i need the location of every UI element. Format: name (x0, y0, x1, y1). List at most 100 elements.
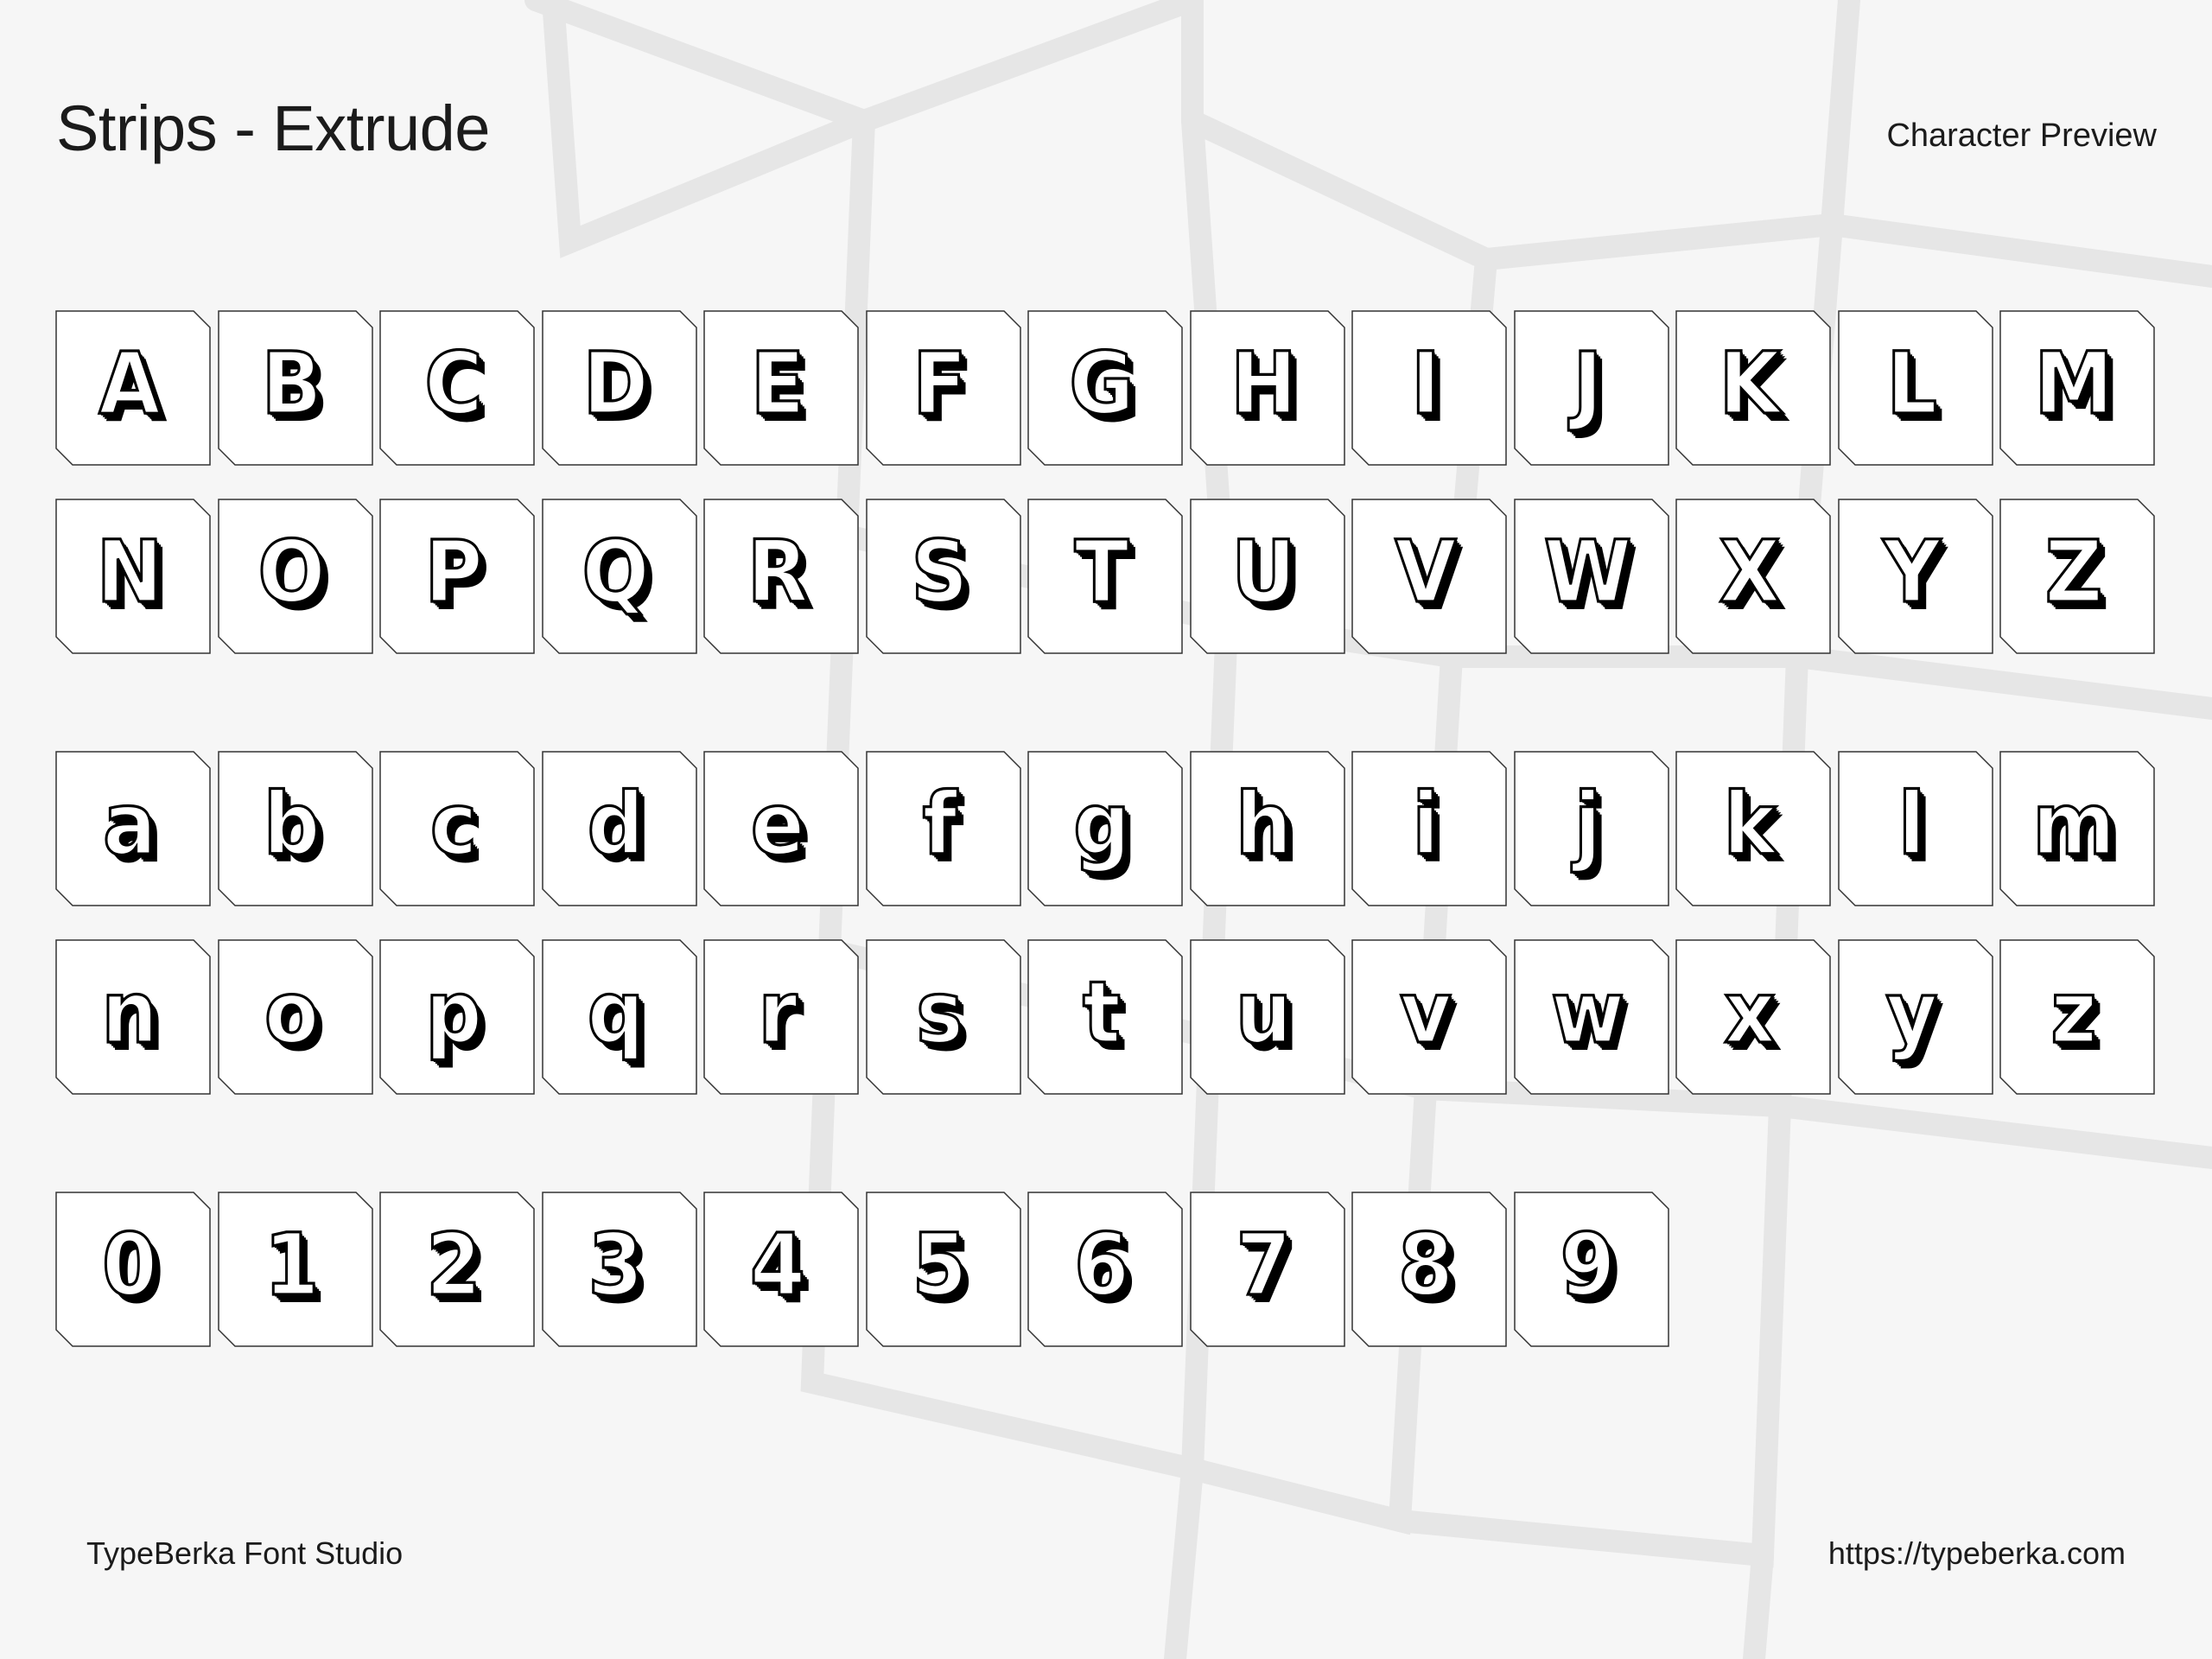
glyph-tile: 7 (1189, 1192, 1345, 1347)
glyph-tile: n (55, 939, 211, 1095)
glyph-tile: y (1837, 939, 1993, 1095)
glyph-tile: C (379, 310, 535, 466)
glyph-character: E (749, 334, 806, 434)
glyph-character: V (1394, 522, 1458, 622)
glyph-character: L (1885, 334, 1939, 434)
glyph-character: c (429, 774, 479, 874)
glyph-character: U (1230, 522, 1298, 622)
glyph-tile: a (55, 751, 211, 906)
glyph-character: r (757, 963, 798, 1063)
glyph-character: p (424, 963, 484, 1063)
glyph-tile: b (217, 751, 373, 906)
glyph-tile: u (1189, 939, 1345, 1095)
glyph-character: S (910, 522, 969, 622)
glyph-character: 0 (100, 1215, 158, 1315)
glyph-character: z (2050, 963, 2099, 1063)
glyph-character: t (1082, 963, 1122, 1063)
glyph-character: q (586, 963, 645, 1063)
page-title: Strips - Extrude (56, 92, 490, 164)
glyph-tile: f (865, 751, 1021, 906)
glyph-tile: 9 (1513, 1192, 1669, 1347)
glyph-character: y (1885, 963, 1939, 1063)
glyph-tile: x (1675, 939, 1831, 1095)
glyph-character: X (1718, 522, 1782, 622)
glyph-tile: W (1513, 499, 1669, 654)
glyph-tile: v (1351, 939, 1507, 1095)
glyph-tile: 2 (379, 1192, 535, 1347)
glyph-tile: N (55, 499, 211, 654)
glyph-character: O (257, 522, 327, 622)
glyph-character: g (1072, 774, 1132, 874)
glyph-tile: l (1837, 751, 1993, 906)
glyph-tile: 6 (1027, 1192, 1183, 1347)
glyph-character: R (746, 522, 810, 622)
glyph-character: w (1550, 963, 1626, 1063)
lowercase-grid: a b c d e f g h i j k l m n o p q r s t u vwx y z (55, 751, 2155, 1095)
glyph-tile: Q (541, 499, 697, 654)
glyph-tile: O (217, 499, 373, 654)
glyph-character: s (915, 963, 965, 1063)
glyph-character: N (95, 522, 164, 622)
glyph-tile: p (379, 939, 535, 1095)
glyph-tile: 0 (55, 1192, 211, 1347)
digits-grid: 0 1 2 3 4 5 6 7 8 9 (55, 1192, 2155, 1347)
glyph-tile: c (379, 751, 535, 906)
glyph-character: n (100, 963, 159, 1063)
glyph-character: 1 (263, 1215, 321, 1315)
uppercase-grid: ABCDE FGH I J K LM NOPQRS TUVWXY Z (55, 310, 2155, 654)
glyph-character: B (260, 334, 323, 434)
glyph-tile: J (1513, 310, 1669, 466)
glyph-tile: i (1351, 751, 1507, 906)
glyph-tile: t (1027, 939, 1183, 1095)
glyph-tile: m (1999, 751, 2155, 906)
footer-studio-name: TypeBerka Font Studio (86, 1535, 404, 1571)
glyph-character: 8 (1396, 1215, 1454, 1315)
glyph-tile: G (1027, 310, 1183, 466)
glyph-tile: B (217, 310, 373, 466)
glyph-character: 9 (1559, 1215, 1617, 1315)
glyph-character: H (1230, 334, 1299, 434)
glyph-tile: K (1675, 310, 1831, 466)
glyph-character: J (1572, 334, 1604, 434)
glyph-tile: 4 (703, 1192, 859, 1347)
glyph-tile: H (1189, 310, 1345, 466)
glyph-tile: 5 (865, 1192, 1021, 1347)
glyph-tile: X (1675, 499, 1831, 654)
glyph-character: A (98, 334, 162, 434)
glyph-tile: r (703, 939, 859, 1095)
glyph-character: a (101, 774, 157, 874)
glyph-tile: e (703, 751, 859, 906)
glyph-character: v (1399, 963, 1453, 1063)
glyph-character: 5 (911, 1215, 969, 1315)
glyph-tile: s (865, 939, 1021, 1095)
glyph-character: k (1722, 774, 1777, 874)
glyph-tile: w (1513, 939, 1669, 1095)
glyph-character: W (1542, 522, 1632, 622)
glyph-character: j (1573, 774, 1603, 874)
glyph-tile: k (1675, 751, 1831, 906)
glyph-tile: V (1351, 499, 1507, 654)
glyph-character: 2 (424, 1215, 482, 1315)
glyph-tile: Z (1999, 499, 2155, 654)
glyph-character: e (749, 774, 805, 874)
glyph-tile: U (1189, 499, 1345, 654)
glyph-character: Y (1882, 522, 1942, 622)
glyph-character: Z (2044, 522, 2104, 622)
glyph-tile: E (703, 310, 859, 466)
glyph-tile: j (1513, 751, 1669, 906)
glyph-character: 6 (1072, 1215, 1130, 1315)
glyph-tile: g (1027, 751, 1183, 906)
glyph-tile: S (865, 499, 1021, 654)
glyph-character: i (1411, 774, 1441, 874)
glyph-tile: R (703, 499, 859, 654)
glyph-character: M (2033, 334, 2115, 434)
glyph-character: P (423, 522, 484, 622)
glyph-character: K (1718, 334, 1782, 434)
glyph-character: f (921, 774, 958, 874)
glyph-character: b (262, 774, 321, 874)
glyph-tile: A (55, 310, 211, 466)
glyph-tile: z (1999, 939, 2155, 1095)
glyph-tile: P (379, 499, 535, 654)
glyph-tile: o (217, 939, 373, 1095)
glyph-tile: F (865, 310, 1021, 466)
